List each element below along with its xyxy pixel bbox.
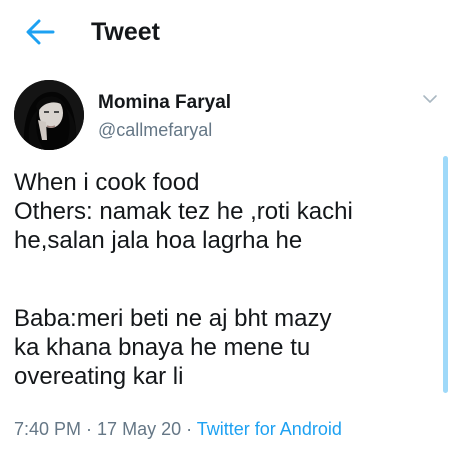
tweet-source-link[interactable]: Twitter for Android	[197, 419, 342, 439]
avatar[interactable]	[14, 80, 84, 150]
profile-photo	[14, 80, 84, 150]
meta-separator: ·	[81, 419, 98, 439]
author-name[interactable]: Momina Faryal	[98, 91, 231, 115]
more-options-button[interactable]	[418, 88, 442, 110]
tweet-detail-page: Tweet Momina Faryal @callmefaryal When i…	[0, 0, 450, 453]
tweet-text: When i cook food Others: namak tez he ,r…	[14, 168, 419, 391]
tweet-time[interactable]: 7:40 PM	[14, 419, 81, 439]
author-handle[interactable]: @callmefaryal	[98, 118, 212, 142]
tweet-date[interactable]: 17 May 20	[97, 419, 181, 439]
tweet-text-line: he,salan jala hoa lagrha he	[14, 227, 303, 254]
tweet-text-line: ka khana bnaya he mene tu	[14, 334, 311, 361]
chevron-down-icon	[423, 95, 437, 103]
back-button[interactable]	[22, 14, 58, 50]
top-bar: Tweet	[0, 0, 450, 64]
scrollbar[interactable]	[443, 156, 448, 393]
tweet-text-line: When i cook food	[14, 169, 200, 196]
meta-separator: ·	[181, 419, 197, 439]
tweet-text-line: Baba:meri beti ne aj bht mazy	[14, 305, 332, 332]
arrow-left-icon	[26, 19, 55, 45]
tweet-text-line: Others: namak tez he ,roti kachi	[14, 198, 353, 225]
tweet-meta: 7:40 PM · 17 May 20 · Twitter for Androi…	[14, 417, 342, 441]
tweet-text-line: overeating kar li	[14, 363, 184, 390]
page-title: Tweet	[91, 18, 160, 46]
